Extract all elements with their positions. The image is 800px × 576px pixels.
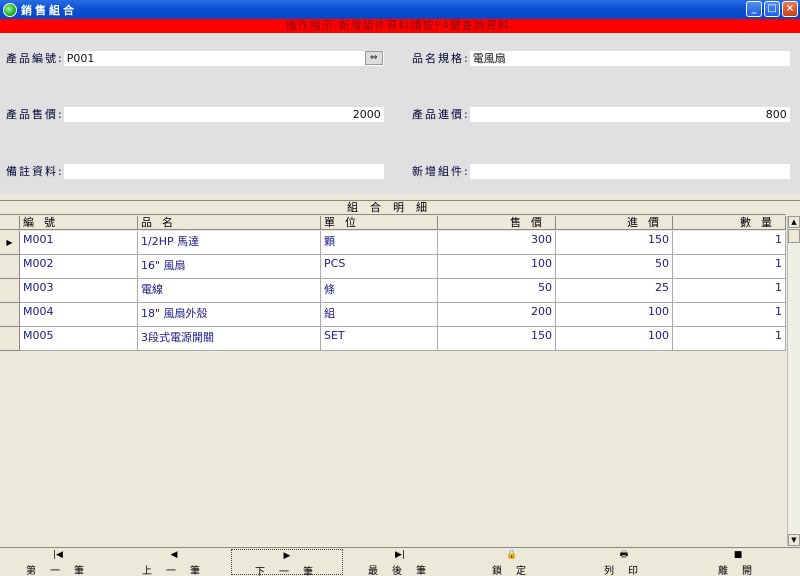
grid-header: 編號 品名 單位 售價 進價 數量: [0, 216, 786, 230]
first-record-button[interactable]: |◀ 第一筆: [2, 549, 114, 576]
next-record-icon: ▶: [283, 551, 291, 561]
cell-quantity[interactable]: 1: [673, 255, 786, 279]
lock-button[interactable]: 🔒 鎖定: [456, 549, 568, 576]
close-button[interactable]: ×: [782, 1, 798, 17]
cost-price-input[interactable]: 800: [469, 106, 790, 122]
next-record-button[interactable]: ▶ 下一筆: [231, 549, 343, 576]
cell-unit[interactable]: 條: [321, 279, 438, 303]
cell-unit[interactable]: 組: [321, 303, 438, 327]
table-row[interactable]: M002 16" 風扇 PCS 100 50 1: [0, 255, 786, 279]
app-icon: [3, 2, 17, 17]
product-code-input[interactable]: P001 ⇔: [63, 50, 384, 66]
title-bar: 銷售組合 _ □ ×: [0, 0, 800, 19]
remark-label: 備註資料:: [6, 165, 64, 178]
column-header-unit[interactable]: 單位: [321, 216, 438, 230]
cell-code[interactable]: M002: [20, 255, 138, 279]
cell-cost-price[interactable]: 50: [556, 255, 673, 279]
cell-name[interactable]: 電線: [138, 279, 321, 303]
remark-input[interactable]: [63, 163, 384, 179]
cell-sale-price[interactable]: 50: [438, 279, 556, 303]
printer-icon: 🖶: [619, 550, 629, 560]
sale-price-label: 產品售價:: [6, 108, 64, 121]
cell-cost-price[interactable]: 100: [556, 303, 673, 327]
product-form: 產品編號: P001 ⇔ 品名規格: 電風扇 產品售價: 2000 產品進價: …: [0, 34, 800, 194]
cell-name[interactable]: 16" 風扇: [138, 255, 321, 279]
minimize-button[interactable]: _: [746, 1, 762, 17]
product-spec-label: 品名規格:: [412, 52, 470, 65]
cell-code[interactable]: M004: [20, 303, 138, 327]
last-record-icon: ▶|: [395, 550, 405, 560]
cell-sale-price[interactable]: 150: [438, 327, 556, 351]
grid-scrollbar[interactable]: ▲ ▼: [787, 216, 800, 546]
cell-quantity[interactable]: 1: [673, 327, 786, 351]
exit-button[interactable]: ■ 離開: [682, 549, 794, 576]
restore-button[interactable]: □: [764, 1, 780, 17]
sale-price-row: 產品售價: 2000: [6, 106, 384, 122]
lock-icon: 🔒: [506, 550, 518, 560]
table-row[interactable]: M004 18" 風扇外殼 組 200 100 1: [0, 303, 786, 327]
scroll-thumb[interactable]: [788, 229, 800, 243]
table-row[interactable]: M003 電線 條 50 25 1: [0, 279, 786, 303]
cell-unit[interactable]: SET: [321, 327, 438, 351]
cell-unit[interactable]: 顆: [321, 231, 438, 255]
column-header-cost-price[interactable]: 進價: [556, 216, 673, 230]
cell-sale-price[interactable]: 100: [438, 255, 556, 279]
cell-cost-price[interactable]: 100: [556, 327, 673, 351]
column-header-code[interactable]: 編號: [20, 216, 138, 230]
scroll-up-icon[interactable]: ▲: [788, 216, 800, 228]
window-title: 銷售組合: [21, 3, 77, 17]
row-selector[interactable]: [0, 255, 20, 279]
new-component-row: 新增組件:: [412, 163, 790, 179]
lookup-button[interactable]: ⇔: [364, 50, 383, 65]
exit-icon: ■: [733, 550, 743, 560]
cell-code[interactable]: M005: [20, 327, 138, 351]
cost-price-label: 產品進價:: [412, 108, 470, 121]
product-spec-row: 品名規格: 電風扇: [412, 50, 790, 66]
column-header-name[interactable]: 品名: [138, 216, 321, 230]
column-header-quantity[interactable]: 數量: [673, 216, 786, 230]
sale-price-input[interactable]: 2000: [63, 106, 384, 122]
lookup-icon: ⇔: [369, 52, 378, 63]
scroll-down-icon[interactable]: ▼: [788, 534, 800, 546]
new-component-input[interactable]: [469, 163, 790, 179]
remark-row: 備註資料:: [6, 163, 384, 179]
navigation-toolbar: |◀ 第一筆 ◀ 上一筆 ▶ 下一筆 ▶| 最後筆 🔒 鎖定 🖶 列印 ■ 離開: [0, 547, 800, 576]
current-row-indicator-icon: ▶: [0, 231, 20, 255]
cell-name[interactable]: 3段式電源開關: [138, 327, 321, 351]
cell-name[interactable]: 18" 風扇外殼: [138, 303, 321, 327]
product-code-label: 產品編號:: [6, 52, 64, 65]
cell-sale-price[interactable]: 300: [438, 231, 556, 255]
header-selector: [0, 216, 20, 230]
table-row[interactable]: M005 3段式電源開關 SET 150 100 1: [0, 327, 786, 351]
cost-price-row: 產品進價: 800: [412, 106, 790, 122]
cell-cost-price[interactable]: 25: [556, 279, 673, 303]
prev-record-button[interactable]: ◀ 上一筆: [118, 549, 230, 576]
product-code-row: 產品編號: P001 ⇔: [6, 50, 384, 66]
prev-record-icon: ◀: [170, 550, 178, 560]
cell-sale-price[interactable]: 200: [438, 303, 556, 327]
cell-quantity[interactable]: 1: [673, 231, 786, 255]
column-header-sale-price[interactable]: 售價: [438, 216, 556, 230]
cell-quantity[interactable]: 1: [673, 279, 786, 303]
cell-unit[interactable]: PCS: [321, 255, 438, 279]
instruction-bar: 操作指示:新增組件資料請按F4鍵查詢資料.: [0, 19, 800, 33]
row-selector[interactable]: [0, 279, 20, 303]
row-selector[interactable]: [0, 303, 20, 327]
product-spec-input[interactable]: 電風扇: [469, 50, 790, 66]
cell-code[interactable]: M001: [20, 231, 138, 255]
last-record-button[interactable]: ▶| 最後筆: [344, 549, 456, 576]
cell-code[interactable]: M003: [20, 279, 138, 303]
table-row[interactable]: ▶ M001 1/2HP 馬達 顆 300 150 1: [0, 231, 786, 255]
new-component-label: 新增組件:: [412, 165, 470, 178]
cell-quantity[interactable]: 1: [673, 303, 786, 327]
cell-cost-price[interactable]: 150: [556, 231, 673, 255]
print-button[interactable]: 🖶 列印: [568, 549, 680, 576]
cell-name[interactable]: 1/2HP 馬達: [138, 231, 321, 255]
grid-caption: 組合明細: [0, 201, 786, 215]
first-record-icon: |◀: [53, 550, 63, 560]
row-selector[interactable]: [0, 327, 20, 351]
